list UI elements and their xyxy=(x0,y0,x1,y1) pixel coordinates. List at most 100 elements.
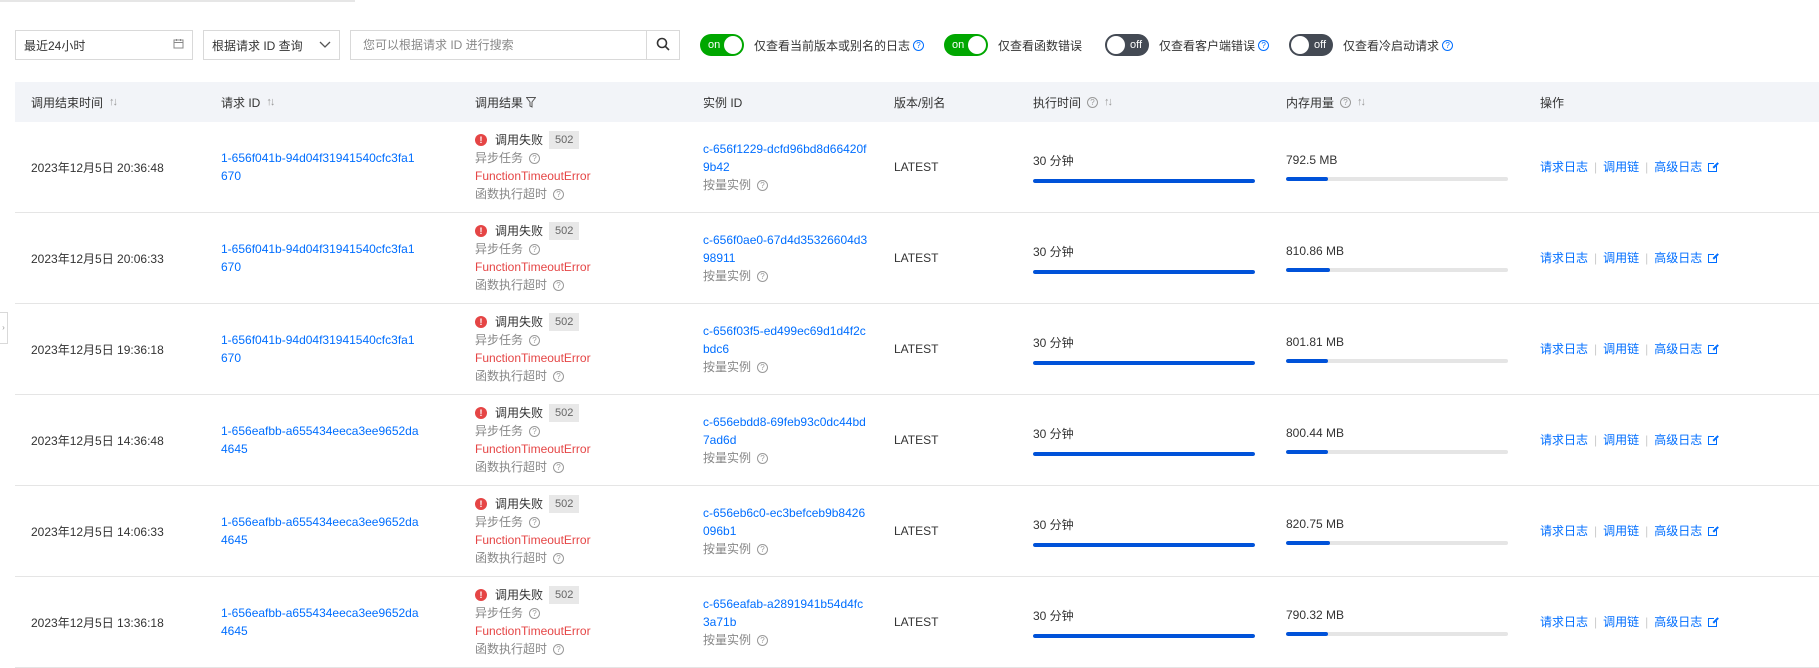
request-log-link[interactable]: 请求日志 xyxy=(1540,249,1588,267)
sidebar-collapse-handle[interactable]: › xyxy=(0,312,8,344)
sort-icon[interactable]: ↑↓ xyxy=(109,96,118,108)
cell-instance: c-656f1229-dcfd96bd8d66420f9b42 按量实例? xyxy=(687,140,878,194)
toggle-client-errors[interactable]: off xyxy=(1105,34,1150,56)
chevron-down-icon xyxy=(319,38,331,52)
sort-icon[interactable]: ↑↓ xyxy=(1357,96,1366,108)
status-code-badge: 502 xyxy=(549,313,580,331)
instance-id-link[interactable]: c-656f0ae0-67d4d35326604d398911 xyxy=(703,231,868,267)
help-icon[interactable]: ? xyxy=(553,461,565,473)
memory-bar xyxy=(1286,359,1508,363)
advanced-log-link[interactable]: 高级日志 xyxy=(1654,158,1702,176)
header-memory[interactable]: 内存用量? ↑↓ xyxy=(1270,94,1524,111)
header-end-time[interactable]: 调用结束时间 ↑↓ xyxy=(15,94,205,111)
request-id-link[interactable]: 1-656eafbb-a655434eeca3ee9652da4645 xyxy=(221,513,421,549)
advanced-log-link[interactable]: 高级日志 xyxy=(1654,340,1702,358)
help-icon[interactable]: ? xyxy=(1258,39,1270,51)
trace-link[interactable]: 调用链 xyxy=(1603,340,1639,358)
trace-link[interactable]: 调用链 xyxy=(1603,522,1639,540)
status-code-badge: 502 xyxy=(549,586,580,604)
error-name: FunctionTimeoutError xyxy=(475,624,591,638)
help-icon[interactable]: ? xyxy=(529,152,541,164)
request-log-link[interactable]: 请求日志 xyxy=(1540,522,1588,540)
help-icon[interactable]: ? xyxy=(757,452,769,464)
instance-id-link[interactable]: c-656eafab-a2891941b54d4fc3a71b xyxy=(703,595,868,631)
help-icon[interactable]: ? xyxy=(1087,96,1099,108)
toggle-function-errors[interactable]: on xyxy=(944,34,989,56)
error-description: 函数执行超时 xyxy=(475,278,548,292)
help-icon[interactable]: ? xyxy=(529,516,541,528)
request-id-link[interactable]: 1-656f041b-94d04f31941540cfc3fa1670 xyxy=(221,149,421,185)
error-circle-icon: ! xyxy=(475,316,487,328)
help-icon[interactable]: ? xyxy=(757,634,769,646)
status-code-badge: 502 xyxy=(549,495,580,513)
toggle-current-version[interactable]: on xyxy=(700,34,744,56)
toggle-cold-start[interactable]: off xyxy=(1289,34,1334,56)
duration-bar xyxy=(1033,360,1255,365)
sort-icon[interactable]: ↑↓ xyxy=(266,96,275,108)
help-icon[interactable]: ? xyxy=(913,39,925,51)
cell-actions: 请求日志 | 调用链 | 高级日志 xyxy=(1524,340,1819,358)
request-log-link[interactable]: 请求日志 xyxy=(1540,340,1588,358)
help-icon[interactable]: ? xyxy=(553,188,565,200)
filter-icon[interactable] xyxy=(526,96,537,108)
help-icon[interactable]: ? xyxy=(757,361,769,373)
advanced-log-link[interactable]: 高级日志 xyxy=(1654,431,1702,449)
help-icon[interactable]: ? xyxy=(553,370,565,382)
request-id-link[interactable]: 1-656f041b-94d04f31941540cfc3fa1670 xyxy=(221,331,421,367)
search-button[interactable] xyxy=(646,30,679,60)
trace-link[interactable]: 调用链 xyxy=(1603,431,1639,449)
version: LATEST xyxy=(894,524,939,538)
cell-result: ! 调用失败 502 异步任务? FunctionTimeoutError 函数执行… xyxy=(459,404,687,476)
advanced-log-link[interactable]: 高级日志 xyxy=(1654,613,1702,631)
help-icon[interactable]: ? xyxy=(1442,39,1454,51)
memory-bar xyxy=(1286,450,1508,454)
sort-icon[interactable]: ↑↓ xyxy=(1104,96,1113,108)
header-duration[interactable]: 执行时间? ↑↓ xyxy=(1017,94,1270,111)
help-icon[interactable]: ? xyxy=(1340,96,1352,108)
request-log-link[interactable]: 请求日志 xyxy=(1540,431,1588,449)
error-description: 函数执行超时 xyxy=(475,551,548,565)
help-icon[interactable]: ? xyxy=(529,334,541,346)
instance-id-link[interactable]: c-656eb6c0-ec3befceb9b8426096b1 xyxy=(703,504,868,540)
help-icon[interactable]: ? xyxy=(757,543,769,555)
cell-instance: c-656f03f5-ed499ec69d1d4f2cbdc6 按量实例? xyxy=(687,322,878,376)
trace-link[interactable]: 调用链 xyxy=(1603,158,1639,176)
help-icon[interactable]: ? xyxy=(553,279,565,291)
trace-link[interactable]: 调用链 xyxy=(1603,249,1639,267)
query-mode-select[interactable]: 根据请求 ID 查询 xyxy=(203,30,340,60)
invoke-type: 异步任务 xyxy=(475,606,524,620)
help-icon[interactable]: ? xyxy=(529,607,541,619)
request-log-link[interactable]: 请求日志 xyxy=(1540,613,1588,631)
advanced-log-link[interactable]: 高级日志 xyxy=(1654,249,1702,267)
search-input[interactable] xyxy=(351,31,646,59)
request-id-link[interactable]: 1-656eafbb-a655434eeca3ee9652da4645 xyxy=(221,604,421,640)
instance-id-link[interactable]: c-656f03f5-ed499ec69d1d4f2cbdc6 xyxy=(703,322,868,358)
cell-end-time: 2023年12月5日 13:36:18 xyxy=(15,614,205,631)
end-time: 2023年12月5日 14:36:48 xyxy=(31,433,164,448)
request-id-link[interactable]: 1-656eafbb-a655434eeca3ee9652da4645 xyxy=(221,422,421,458)
cell-result: ! 调用失败 502 异步任务? FunctionTimeoutError 函数执行… xyxy=(459,586,687,658)
request-id-link[interactable]: 1-656f041b-94d04f31941540cfc3fa1670 xyxy=(221,240,421,276)
help-icon[interactable]: ? xyxy=(529,425,541,437)
cell-instance: c-656ebdd8-69feb93c0dc44bd7ad6d 按量实例? xyxy=(687,413,878,467)
instance-id-link[interactable]: c-656f1229-dcfd96bd8d66420f9b42 xyxy=(703,140,868,176)
time-range-picker[interactable]: 最近24小时 xyxy=(15,30,193,60)
filter-label: 仅查看客户端错误 xyxy=(1159,38,1256,53)
action-separator: | xyxy=(1594,615,1598,629)
memory-bar-fill xyxy=(1286,632,1329,636)
help-icon[interactable]: ? xyxy=(757,270,769,282)
help-icon[interactable]: ? xyxy=(529,243,541,255)
header-request-id[interactable]: 请求 ID ↑↓ xyxy=(205,94,459,111)
trace-link[interactable]: 调用链 xyxy=(1603,613,1639,631)
instance-id-link[interactable]: c-656ebdd8-69feb93c0dc44bd7ad6d xyxy=(703,413,868,449)
cell-memory: 800.44 MB xyxy=(1270,426,1524,454)
invoke-type: 异步任务 xyxy=(475,333,524,347)
help-icon[interactable]: ? xyxy=(757,179,769,191)
action-separator: | xyxy=(1594,160,1598,174)
version: LATEST xyxy=(894,433,939,447)
cell-request-id: 1-656f041b-94d04f31941540cfc3fa1670 xyxy=(205,331,459,367)
request-log-link[interactable]: 请求日志 xyxy=(1540,158,1588,176)
advanced-log-link[interactable]: 高级日志 xyxy=(1654,522,1702,540)
help-icon[interactable]: ? xyxy=(553,552,565,564)
filter-cold-start: off 仅查看冷启动请求 ? xyxy=(1289,34,1454,56)
